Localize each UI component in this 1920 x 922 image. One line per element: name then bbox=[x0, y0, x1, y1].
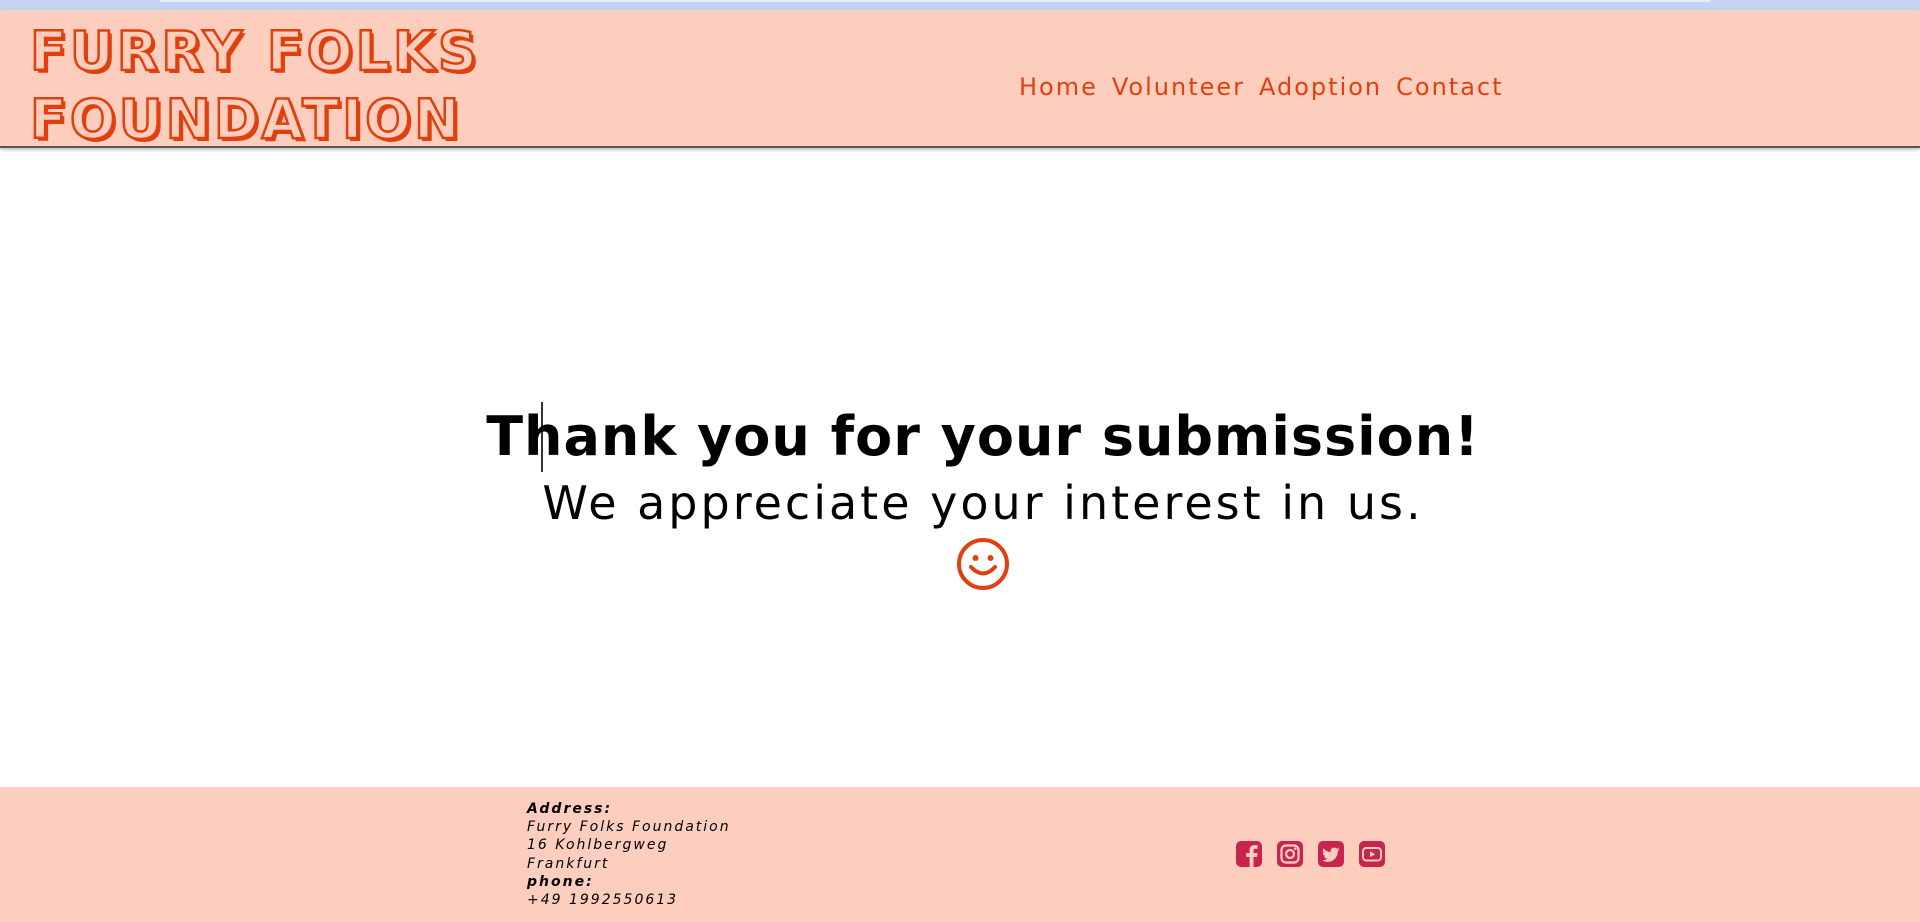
org-name: Furry Folks Foundation bbox=[527, 819, 731, 836]
address-label: Address: bbox=[527, 801, 613, 817]
logo-line-2: Foundation bbox=[29, 87, 463, 153]
youtube-icon[interactable] bbox=[1358, 840, 1386, 868]
phone-label: phone: bbox=[527, 873, 594, 890]
thank-you-heading: Thank you for your submission! bbox=[486, 405, 1480, 468]
nav-contact-link[interactable]: Contact bbox=[1396, 73, 1503, 101]
main-nav: Home Volunteer Adoption Contact bbox=[1019, 73, 1504, 101]
appreciation-text: We appreciate your interest in us. bbox=[542, 476, 1424, 530]
nav-volunteer-link[interactable]: Volunteer bbox=[1112, 73, 1245, 101]
site-header: Furry Folks Foundation Home Volunteer Ad… bbox=[0, 10, 1920, 152]
smiley-icon bbox=[956, 537, 1010, 591]
phone-number: +49 1992550613 bbox=[527, 892, 679, 909]
street-address: 16 Kohlbergweg bbox=[527, 837, 669, 854]
nav-adoption-link[interactable]: Adoption bbox=[1259, 73, 1382, 101]
browser-top-strip bbox=[0, 0, 1920, 10]
logo-line-1: Furry Folks bbox=[29, 19, 480, 85]
facebook-icon[interactable] bbox=[1235, 840, 1263, 868]
site-footer: Address: Furry Folks Foundation 16 Kohlb… bbox=[0, 787, 1920, 922]
site-logo[interactable]: Furry Folks Foundation bbox=[29, 18, 480, 154]
address-block: Address: Furry Folks Foundation 16 Kohlb… bbox=[527, 800, 731, 909]
social-links bbox=[1235, 840, 1386, 868]
city: Frankfurt bbox=[527, 855, 610, 872]
nav-home-link[interactable]: Home bbox=[1019, 73, 1098, 101]
twitter-icon[interactable] bbox=[1317, 840, 1345, 868]
instagram-icon[interactable] bbox=[1276, 840, 1304, 868]
